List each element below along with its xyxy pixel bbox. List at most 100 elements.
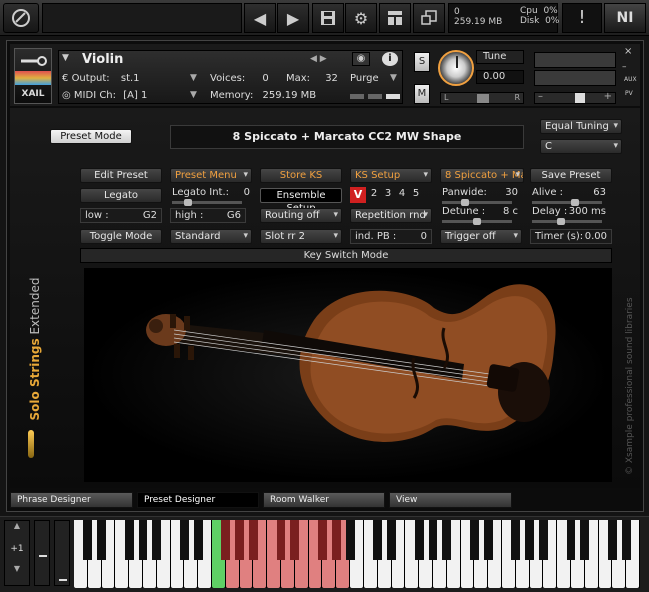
legato-button[interactable]: Legato [80, 188, 162, 203]
collapse-icon[interactable]: ▼ [62, 53, 76, 63]
prev-preset-button[interactable]: ◀ [244, 3, 276, 33]
tab-phrase-designer[interactable]: Phrase Designer [10, 492, 133, 508]
black-key[interactable] [580, 520, 590, 560]
detune-slider[interactable] [442, 218, 512, 225]
standard-dropdown[interactable]: Standard [170, 229, 252, 244]
close-icon[interactable]: × [624, 46, 632, 57]
black-key[interactable] [428, 520, 438, 560]
alive-control[interactable]: Alive : 63 [532, 187, 606, 206]
black-key[interactable] [180, 520, 189, 560]
black-key[interactable] [97, 520, 107, 560]
delay-slider[interactable] [532, 218, 602, 225]
black-key[interactable] [193, 520, 203, 560]
purge-button[interactable]: Purge [350, 73, 379, 84]
volume-slider[interactable]: – + [534, 91, 616, 104]
black-key[interactable] [387, 520, 396, 560]
high-range-field[interactable]: high : G6 [170, 208, 246, 223]
legato-int-slider-knob[interactable] [184, 199, 192, 206]
aux-button[interactable]: AUX [624, 76, 637, 83]
pv-button[interactable]: PV [625, 90, 633, 97]
black-key[interactable] [138, 520, 148, 560]
preset-mode-button[interactable]: Preset Mode [50, 129, 132, 144]
pan-slider[interactable]: L R [440, 92, 524, 104]
tuning-dropdown[interactable]: Equal Tuning [540, 119, 622, 134]
mute-button[interactable]: M [414, 84, 430, 104]
tab-room-walker[interactable]: Room Walker [263, 492, 385, 508]
black-key[interactable] [483, 520, 493, 560]
black-key[interactable] [414, 520, 424, 560]
ks-slot-3[interactable]: 3 [382, 188, 394, 199]
resize-button[interactable] [413, 3, 445, 33]
ks-setup-dropdown[interactable]: KS Setup [350, 168, 432, 183]
pitch-mod-wheel[interactable] [34, 520, 50, 586]
ks-slot-2[interactable]: 2 [368, 188, 380, 199]
black-key[interactable] [124, 520, 134, 560]
preset-name-dropdown[interactable]: 8 Spiccato + Marc [440, 168, 524, 183]
black-key[interactable] [511, 520, 521, 560]
octave-down-icon[interactable]: ▼ [5, 564, 29, 573]
camera-icon[interactable]: ◉ [352, 52, 370, 66]
black-key[interactable] [235, 520, 245, 560]
detune-control[interactable]: Detune : 8 c [442, 206, 518, 225]
midi-row[interactable]: ◎ MIDI Ch: [A] 1 [62, 90, 147, 101]
ks-slot-v[interactable]: V [350, 187, 366, 203]
ni-logo-button[interactable]: NI [604, 3, 646, 33]
delay-slider-knob[interactable] [557, 218, 565, 225]
black-key[interactable] [276, 520, 286, 560]
settings-button[interactable]: ⚙ [345, 3, 377, 33]
warning-indicator[interactable]: ! [562, 3, 602, 33]
preset-menu-dropdown[interactable]: Preset Menu [170, 168, 252, 183]
save-preset-button[interactable]: Save Preset [530, 168, 612, 183]
output-row[interactable]: € Output: st.1 [62, 73, 140, 84]
routing-dropdown[interactable]: Routing off [260, 208, 342, 223]
low-range-field[interactable]: low : G2 [80, 208, 162, 223]
octave-up-icon[interactable]: ▲ [5, 521, 29, 530]
black-key[interactable] [83, 520, 93, 560]
black-key[interactable] [152, 520, 162, 560]
save-button[interactable] [312, 3, 344, 33]
detune-slider-knob[interactable] [473, 218, 481, 225]
black-key[interactable] [621, 520, 631, 560]
black-key[interactable] [525, 520, 534, 560]
ks-slot-4[interactable]: 4 [396, 188, 408, 199]
toggle-mode-button[interactable]: Toggle Mode [80, 229, 162, 244]
tab-view[interactable]: View [389, 492, 512, 508]
repetition-dropdown[interactable]: Repetition rnd [350, 208, 432, 223]
instrument-nav-arrows[interactable]: ◀ ▶ [310, 54, 327, 64]
pan-knob[interactable] [477, 94, 489, 103]
info-icon[interactable]: i [382, 52, 398, 66]
panwide-slider[interactable] [442, 199, 512, 206]
black-key[interactable] [538, 520, 548, 560]
ks-slot-5[interactable]: 5 [410, 188, 422, 199]
black-key[interactable] [221, 520, 231, 560]
view-button[interactable] [379, 3, 411, 33]
black-key[interactable] [442, 520, 452, 560]
legato-int-slider[interactable] [172, 199, 242, 206]
tune-value[interactable]: 0.00 [476, 70, 524, 84]
ind-pb-field[interactable]: ind. PB : 0 [350, 229, 432, 244]
black-key[interactable] [373, 520, 383, 560]
next-preset-button[interactable]: ▶ [277, 3, 309, 33]
key-dropdown[interactable]: C [540, 139, 622, 154]
instrument-name[interactable]: Violin [82, 52, 123, 67]
alive-slider[interactable] [532, 199, 602, 206]
solo-button[interactable]: S [414, 52, 430, 72]
mod-wheel[interactable] [54, 520, 70, 586]
tab-preset-designer[interactable]: Preset Designer [137, 492, 259, 508]
black-key[interactable] [566, 520, 576, 560]
black-key[interactable] [331, 520, 341, 560]
alive-slider-knob[interactable] [571, 199, 579, 206]
black-key[interactable] [249, 520, 258, 560]
trigger-dropdown[interactable]: Trigger off [440, 229, 522, 244]
volume-knob[interactable] [575, 93, 585, 103]
output-dropdown-icon[interactable]: ▼ [190, 73, 197, 83]
black-key[interactable] [345, 520, 355, 560]
midi-dropdown-icon[interactable]: ▼ [190, 90, 197, 100]
kontakt-logo-icon[interactable] [3, 3, 39, 33]
slot-rr-dropdown[interactable]: Slot rr 2 [260, 229, 342, 244]
store-ks-button[interactable]: Store KS [260, 168, 342, 183]
octave-control[interactable]: ▲ +1 ▼ [4, 520, 30, 586]
purge-dropdown-icon[interactable]: ▼ [390, 73, 397, 83]
edit-preset-button[interactable]: Edit Preset [80, 168, 162, 183]
panwide-slider-knob[interactable] [461, 199, 469, 206]
